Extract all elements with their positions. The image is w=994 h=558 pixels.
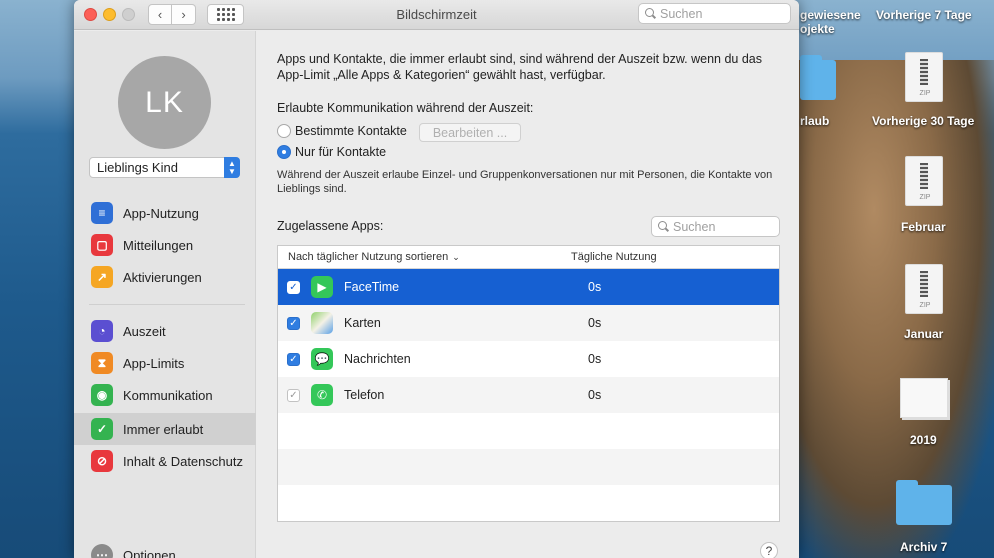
intro-text: Apps und Kontakte, die immer erlaubt sin… — [277, 52, 763, 82]
search-placeholder: Suchen — [673, 219, 716, 234]
maps-icon — [311, 312, 333, 334]
sidebar-divider — [89, 304, 245, 305]
sidebar-item-label: Kommunikation — [123, 387, 213, 403]
radio-label: Nur für Kontakte — [295, 145, 387, 159]
allowed-apps-label: Zugelassene Apps: — [277, 219, 384, 233]
sidebar-item-aktivierungen[interactable]: ↗ Aktivierungen — [74, 261, 256, 293]
empty-row — [278, 413, 779, 449]
radio-contacts-only[interactable]: Nur für Kontakte — [277, 145, 386, 159]
folder-icon[interactable] — [800, 55, 836, 100]
select-arrows-icon: ▲ ▼ — [224, 157, 240, 178]
sidebar-item-label: Optionen — [123, 547, 176, 558]
zip-archive-icon[interactable]: ZIP — [905, 264, 943, 314]
sidebar: LK Lieblings Kind ▲ ▼ ≡ App-Nutzung ▢ Mit… — [74, 31, 256, 558]
messages-icon: 💬 — [311, 348, 333, 370]
sidebar-item-kommunikation[interactable]: ◉ Kommunikation — [74, 379, 256, 411]
edit-button[interactable]: Bearbeiten ... — [419, 123, 521, 142]
zip-archive-icon[interactable]: ZIP — [905, 156, 943, 206]
radio-label: Bestimmte Kontakte — [295, 124, 407, 138]
checkbox[interactable]: ✓ — [287, 316, 300, 330]
desktop-cliff-scenery — [790, 60, 994, 558]
app-usage: 0s — [588, 280, 602, 294]
zip-archive-icon[interactable]: ZIP — [905, 52, 943, 102]
sidebar-item-label: Auszeit — [123, 323, 166, 339]
checkbox[interactable]: ✓ — [287, 352, 300, 366]
desktop-item-label-7[interactable]: 2019 — [910, 433, 937, 447]
table-row[interactable]: ✓ ▶ FaceTime 0s — [278, 269, 779, 305]
radio-specific-contacts[interactable]: Bestimmte Kontakte — [277, 124, 407, 138]
radio-button[interactable] — [277, 145, 291, 159]
main-content: Apps und Kontakte, die immer erlaubt sin… — [257, 31, 799, 558]
sidebar-item-app-limits[interactable]: ⧗ App-Limits — [74, 347, 256, 379]
communication-label: Erlaubte Kommunikation während der Ausze… — [277, 101, 534, 115]
app-name: Karten — [344, 316, 381, 330]
help-button[interactable]: ? — [760, 542, 778, 558]
app-name: Telefon — [344, 388, 385, 402]
sidebar-item-immer-erlaubt[interactable]: ✓ Immer erlaubt — [74, 413, 256, 445]
desktop-item-label-1[interactable]: gewiesene ojekte — [800, 8, 861, 36]
usage-column-header[interactable]: Tägliche Nutzung — [561, 251, 657, 263]
apps-search-input[interactable]: Suchen — [651, 216, 780, 237]
desktop-item-label-3[interactable]: rlaub — [800, 114, 829, 128]
table-row[interactable]: ✓ Karten 0s — [278, 305, 779, 341]
app-usage: 0s — [588, 316, 602, 330]
phone-icon: ✆ — [311, 384, 333, 406]
desktop-item-label-4[interactable]: Vorherige 30 Tage — [872, 114, 974, 128]
checkbox[interactable]: ✓ — [287, 280, 300, 294]
avatar: LK — [118, 56, 211, 149]
search-input[interactable]: Suchen — [638, 3, 791, 24]
notification-icon: ▢ — [91, 234, 113, 256]
table-row[interactable]: ✓ ✆ Telefon 0s — [278, 377, 779, 413]
document-icon[interactable] — [900, 378, 948, 418]
radio-button[interactable] — [277, 124, 291, 138]
table-header: Nach täglicher Nutzung sortieren ⌄ Tägli… — [278, 246, 779, 269]
empty-row — [278, 449, 779, 485]
title-bar: ‹ › Bildschirmzeit Suchen — [74, 0, 799, 30]
app-name: Nachrichten — [344, 352, 411, 366]
desktop-item-label-2[interactable]: Vorherige 7 Tage — [876, 8, 972, 22]
hourglass-icon: ⧗ — [91, 352, 113, 374]
sidebar-item-app-nutzung[interactable]: ≡ App-Nutzung — [74, 197, 256, 229]
facetime-icon: ▶ — [311, 276, 333, 298]
restriction-icon: ⊘ — [91, 450, 113, 472]
sidebar-item-label: App-Limits — [123, 355, 185, 371]
sidebar-item-label: App-Nutzung — [123, 205, 199, 221]
layers-icon: ≡ — [91, 202, 113, 224]
empty-row — [278, 485, 779, 521]
sidebar-item-label: Immer erlaubt — [123, 421, 204, 437]
sidebar-item-label: Mitteilungen — [123, 237, 194, 253]
table-row[interactable]: ✓ 💬 Nachrichten 0s — [278, 341, 779, 377]
user-select-value: Lieblings Kind — [97, 160, 178, 175]
desktop-item-label-8[interactable]: Archiv 7 — [900, 540, 947, 554]
column-label: Nach täglicher Nutzung sortieren — [288, 251, 449, 263]
app-usage: 0s — [588, 388, 602, 402]
folder-icon[interactable] — [896, 480, 952, 525]
allowed-apps-table: Nach täglicher Nutzung sortieren ⌄ Tägli… — [277, 245, 780, 522]
pickup-icon: ↗ — [91, 266, 113, 288]
hint-text: Während der Auszeit erlaube Einzel- und … — [277, 169, 773, 195]
app-name: FaceTime — [344, 280, 400, 294]
sidebar-item-optionen[interactable]: ⋯ Optionen — [74, 539, 256, 558]
user-select[interactable]: Lieblings Kind ▲ ▼ — [89, 157, 240, 178]
sidebar-item-label: Aktivierungen — [123, 269, 202, 285]
search-placeholder: Suchen — [660, 6, 703, 21]
desktop-item-label-5[interactable]: Februar — [901, 220, 946, 234]
sidebar-item-auszeit[interactable]: ◔ Auszeit — [74, 315, 256, 347]
sort-column-header[interactable]: Nach täglicher Nutzung sortieren ⌄ — [278, 251, 561, 263]
screen-time-window: ‹ › Bildschirmzeit Suchen LK Lieblings K… — [74, 0, 799, 558]
downtime-icon: ◔ — [91, 320, 113, 342]
search-icon — [645, 8, 656, 19]
sidebar-item-label: Inhalt & Datenschutz — [123, 453, 243, 469]
checkmark-shield-icon: ✓ — [91, 418, 113, 440]
sidebar-item-inhalt-datenschutz[interactable]: ⊘ Inhalt & Datenschutz — [74, 445, 256, 477]
chevron-down-icon: ⌄ — [452, 251, 460, 262]
sidebar-item-mitteilungen[interactable]: ▢ Mitteilungen — [74, 229, 256, 261]
checkbox: ✓ — [287, 388, 300, 402]
app-usage: 0s — [588, 352, 602, 366]
desktop-item-label-6[interactable]: Januar — [904, 327, 943, 341]
ellipsis-icon: ⋯ — [91, 544, 113, 558]
search-icon — [658, 221, 669, 232]
person-icon: ◉ — [91, 384, 113, 406]
